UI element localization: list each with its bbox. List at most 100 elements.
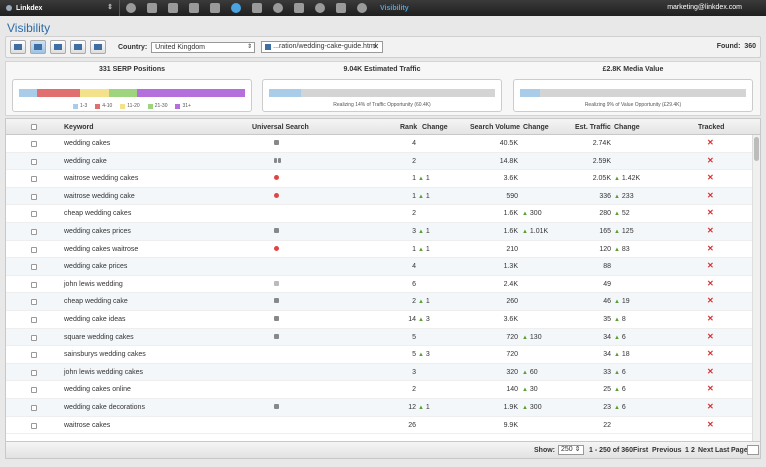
col-keyword[interactable]: Keyword — [64, 124, 94, 131]
row-checkbox[interactable] — [31, 211, 37, 218]
keyword-cell[interactable]: wedding cakes — [64, 140, 110, 147]
table-row[interactable]: cheap wedding cake 2 ▲ 1 260 46 ▲ 19 ✕ — [6, 293, 754, 311]
table-row[interactable]: wedding cakes online 2 140 ▲ 30 25 ▲ 6 ✕ — [6, 381, 754, 399]
user-email[interactable]: marketing@linkdex.com — [667, 4, 742, 11]
page-2-link[interactable]: 2 — [691, 447, 695, 454]
table-row[interactable]: waitrose wedding cakes 1 ▲ 1 3.6K 2.05K ▲ 1.4… — [6, 170, 754, 188]
tracked-toggle-icon[interactable]: ✕ — [707, 367, 714, 376]
nav-keywords-icon[interactable] — [204, 0, 225, 16]
table-row[interactable]: wedding cakes 4 40.5K 2.74K ✕ — [6, 135, 754, 153]
page-number-input[interactable] — [747, 445, 759, 455]
table-row[interactable]: cheap wedding cakes 2 1.6K ▲ 300 280 ▲ 52 ✕ — [6, 205, 754, 223]
col-rank[interactable]: Rank — [400, 124, 417, 131]
nav-analytics-icon[interactable] — [246, 0, 267, 16]
keyword-cell[interactable]: square wedding cakes — [64, 334, 134, 341]
col-traffic-change[interactable]: Change — [614, 124, 640, 131]
table-row[interactable]: john lewis wedding 6 2.4K 49 ✕ — [6, 276, 754, 294]
row-checkbox[interactable] — [31, 158, 37, 165]
keyword-cell[interactable]: wedding cakes waitrose — [64, 246, 138, 253]
nav-documents-icon[interactable] — [162, 0, 183, 16]
scrollbar-thumb[interactable] — [754, 137, 759, 161]
row-checkbox[interactable] — [31, 299, 37, 306]
tracked-toggle-icon[interactable]: ✕ — [707, 420, 714, 429]
tracked-toggle-icon[interactable]: ✕ — [707, 138, 714, 147]
table-row[interactable]: wedding cake ideas 14 ▲ 3 3.6K 35 ▲ 8 ✕ — [6, 311, 754, 329]
columns-button[interactable] — [70, 40, 86, 54]
row-checkbox[interactable] — [31, 246, 37, 253]
keyword-cell[interactable]: wedding cakes online — [64, 386, 131, 393]
export-button[interactable] — [10, 40, 26, 54]
filter-button[interactable] — [30, 40, 46, 54]
keyword-cell[interactable]: waitrose wedding cake — [64, 193, 135, 200]
nav-reports-icon[interactable] — [141, 0, 162, 16]
row-checkbox[interactable] — [31, 352, 37, 359]
next-page-link[interactable]: Next — [698, 447, 713, 454]
row-checkbox[interactable] — [31, 387, 37, 394]
row-checkbox[interactable] — [31, 369, 37, 376]
keyword-cell[interactable]: wedding cake — [64, 158, 107, 165]
keyword-cell[interactable]: john lewis wedding cakes — [64, 369, 143, 376]
tracked-toggle-icon[interactable]: ✕ — [707, 332, 714, 341]
country-select[interactable]: United Kingdom ⇕ — [151, 41, 256, 53]
col-universal-search[interactable]: Universal Search — [252, 124, 309, 131]
row-checkbox[interactable] — [31, 404, 37, 411]
nav-history-icon[interactable] — [267, 0, 288, 16]
table-row[interactable]: sainsburys wedding cakes 5 ▲ 3 720 34 ▲ 18 ✕ — [6, 346, 754, 364]
col-rank-change[interactable]: Change — [422, 124, 448, 131]
table-row[interactable]: wedding cake decorations 12 ▲ 1 1.9K ▲ 300 23… — [6, 398, 754, 417]
col-est-traffic[interactable]: Est. Traffic — [575, 124, 611, 131]
nav-links-icon[interactable] — [288, 0, 309, 16]
row-checkbox[interactable] — [31, 264, 37, 271]
nav-dashboard-icon[interactable] — [120, 0, 141, 16]
keyword-cell[interactable]: wedding cake decorations — [64, 404, 145, 411]
screen-button[interactable] — [50, 40, 66, 54]
nav-contacts-icon[interactable] — [351, 0, 372, 16]
tracked-toggle-icon[interactable]: ✕ — [707, 296, 714, 305]
page-size-select[interactable]: 250 ⇕ — [558, 445, 584, 455]
tracked-toggle-icon[interactable]: ✕ — [707, 156, 714, 165]
table-scrollbar[interactable] — [752, 135, 760, 444]
nav-visibility-icon[interactable] — [225, 0, 246, 16]
tracked-toggle-icon[interactable]: ✕ — [707, 244, 714, 253]
tracked-toggle-icon[interactable]: ✕ — [707, 226, 714, 235]
app-switcher[interactable]: Linkdex ⇕ — [0, 0, 120, 16]
select-all-checkbox[interactable] — [31, 124, 37, 130]
row-checkbox[interactable] — [31, 228, 37, 235]
table-row[interactable]: john lewis wedding cakes 3 320 ▲ 60 33 ▲ 6 ✕ — [6, 363, 754, 382]
table-row[interactable]: waitrose cakes 26 9.9K 22 ✕ — [6, 417, 754, 435]
tracked-toggle-icon[interactable]: ✕ — [707, 173, 714, 182]
tracked-toggle-icon[interactable]: ✕ — [707, 349, 714, 358]
table-row[interactable]: wedding cakes waitrose 1 ▲ 1 210 120 ▲ 83 ✕ — [6, 241, 754, 259]
row-checkbox[interactable] — [31, 141, 37, 147]
row-checkbox[interactable] — [31, 193, 37, 200]
tracked-toggle-icon[interactable]: ✕ — [707, 314, 714, 323]
tracked-toggle-icon[interactable]: ✕ — [707, 279, 714, 288]
row-checkbox[interactable] — [31, 334, 37, 341]
first-page-link[interactable]: First — [633, 447, 648, 454]
tracked-toggle-icon[interactable]: ✕ — [707, 402, 714, 411]
keyword-cell[interactable]: cheap wedding cake — [64, 298, 128, 305]
keyword-cell[interactable]: wedding cakes prices — [64, 228, 131, 235]
keyword-cell[interactable]: sainsburys wedding cakes — [64, 351, 146, 358]
previous-page-link[interactable]: Previous — [652, 447, 682, 454]
keyword-cell[interactable]: wedding cake ideas — [64, 316, 126, 323]
table-row[interactable]: wedding cakes prices 3 ▲ 1 1.6K ▲ 1.01K 165 ▲ … — [6, 222, 754, 241]
col-tracked[interactable]: Tracked — [698, 124, 724, 131]
table-row[interactable]: square wedding cakes 5 720 ▲ 130 34 ▲ 6 ✕ — [6, 328, 754, 347]
compare-button[interactable] — [90, 40, 106, 54]
tracked-toggle-icon[interactable]: ✕ — [707, 261, 714, 270]
url-filter-chip[interactable]: ...ration/wedding-cake-guide.html ✕ — [261, 41, 384, 53]
table-row[interactable]: wedding cake prices 4 1.3K 88 ✕ — [6, 258, 754, 276]
keyword-cell[interactable]: john lewis wedding — [64, 281, 123, 288]
col-search-volume[interactable]: Search Volume — [470, 124, 520, 131]
col-volume-change[interactable]: Change — [523, 124, 549, 131]
nav-global-icon[interactable] — [309, 0, 330, 16]
tracked-toggle-icon[interactable]: ✕ — [707, 208, 714, 217]
row-checkbox[interactable] — [31, 422, 37, 429]
page-1-link[interactable]: 1 — [685, 447, 689, 454]
table-row[interactable]: wedding cake 2 14.8K 2.59K ✕ — [6, 152, 754, 171]
tracked-toggle-icon[interactable]: ✕ — [707, 384, 714, 393]
nav-tasks-icon[interactable] — [183, 0, 204, 16]
keyword-cell[interactable]: waitrose wedding cakes — [64, 175, 138, 182]
keyword-cell[interactable]: waitrose cakes — [64, 422, 110, 429]
